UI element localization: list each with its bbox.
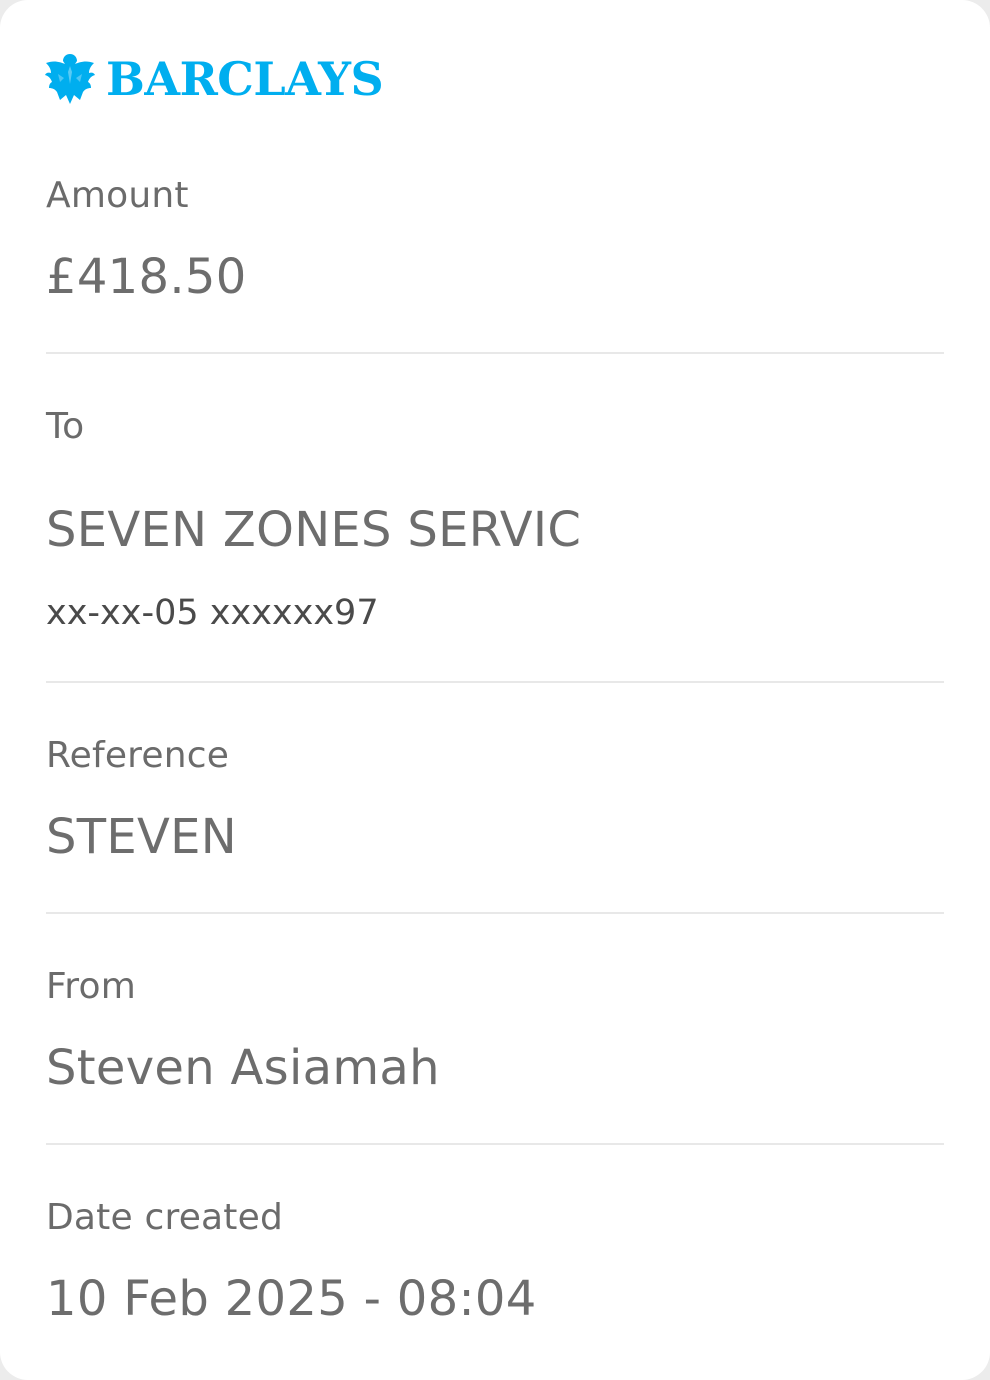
barclays-eagle-icon (45, 54, 95, 104)
recipient-account-number: xx-xx-05 xxxxxx97 (46, 593, 379, 633)
brand-name: BARCLAYS (106, 52, 384, 106)
divider (46, 912, 944, 914)
date-created-value: 10 Feb 2025 - 08:04 (46, 1271, 537, 1327)
divider (46, 1143, 944, 1145)
amount-label: Amount (46, 175, 189, 216)
to-label: To (46, 406, 85, 447)
from-label: From (46, 966, 136, 1007)
amount-value: £418.50 (46, 249, 247, 305)
date-created-label: Date created (46, 1197, 284, 1238)
reference-label: Reference (46, 735, 230, 776)
divider (46, 681, 944, 683)
recipient-name: SEVEN ZONES SERVIC (46, 502, 582, 558)
payment-receipt-card: BARCLAYS Amount £418.50 To SEVEN ZONES S… (0, 0, 990, 1380)
divider (46, 352, 944, 354)
barclays-logo: BARCLAYS (44, 50, 384, 108)
reference-value: STEVEN (46, 809, 237, 865)
sender-name: Steven Asiamah (46, 1040, 440, 1096)
